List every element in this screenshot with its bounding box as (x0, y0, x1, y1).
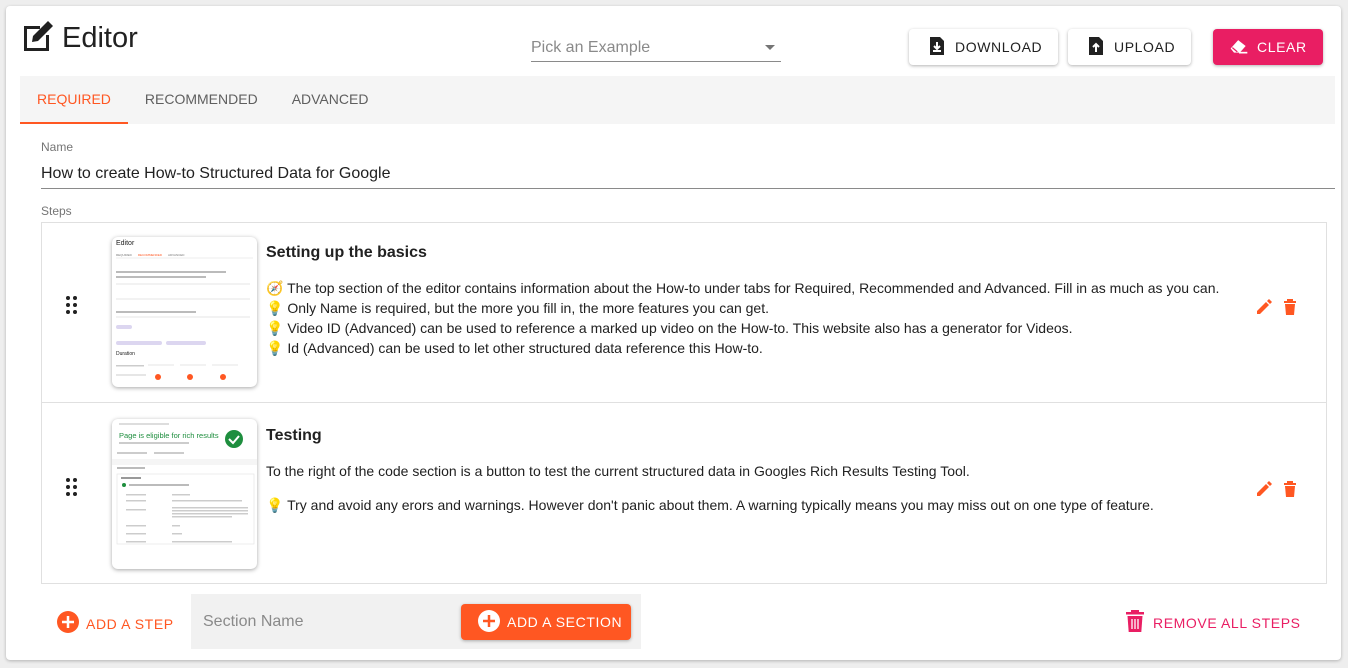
step-title: Setting up the basics (266, 244, 427, 261)
step-description: To the right of the code section is a bu… (266, 461, 1256, 515)
step-title: Testing (266, 427, 322, 444)
edit-step-icon[interactable] (1255, 298, 1273, 316)
step-thumbnail: Page is eligible for rich results (112, 419, 257, 569)
section-name-input[interactable]: Section Name (203, 613, 304, 631)
add-section-button[interactable]: ADD A SECTION (461, 604, 631, 640)
delete-step-icon[interactable] (1281, 480, 1299, 498)
clear-label: CLEAR (1257, 39, 1307, 55)
step-line: 💡 Video ID (Advanced) can be used to ref… (266, 320, 1073, 336)
step-description: 🧭 The top section of the editor contains… (266, 278, 1256, 358)
edit-icon (20, 18, 56, 59)
thumbnail-preview (112, 423, 257, 545)
editor-card: Editor Pick an Example DOWNLOAD UPLOAD C… (6, 6, 1341, 660)
add-step-button[interactable]: ADD A STEP (56, 610, 174, 637)
editor-header: Editor (20, 18, 138, 59)
step-item: Page is eligible for rich results Testin… (42, 402, 1326, 583)
steps-list: Editor REQUIRED RECOMMENDED ADVANCED Dur… (41, 222, 1327, 584)
step-thumbnail: Editor REQUIRED RECOMMENDED ADVANCED Dur… (112, 237, 257, 387)
example-select[interactable]: Pick an Example (531, 36, 781, 62)
tab-bar: REQUIRED RECOMMENDED ADVANCED (20, 76, 1335, 124)
example-select-placeholder: Pick an Example (531, 39, 651, 56)
eraser-icon (1229, 36, 1257, 59)
download-icon (927, 36, 955, 59)
upload-label: UPLOAD (1114, 39, 1176, 55)
plus-circle-icon (56, 610, 86, 637)
trash-icon (1123, 609, 1153, 636)
remove-all-steps-button[interactable]: REMOVE ALL STEPS (1123, 609, 1301, 636)
edit-step-icon[interactable] (1255, 480, 1273, 498)
tab-advanced[interactable]: ADVANCED (275, 76, 386, 124)
download-button[interactable]: DOWNLOAD (909, 29, 1059, 65)
delete-step-icon[interactable] (1281, 298, 1299, 316)
steps-label: Steps (41, 204, 72, 218)
step-line: 🧭 The top section of the editor contains… (266, 280, 1220, 296)
tab-required[interactable]: REQUIRED (20, 76, 128, 124)
name-field-label: Name (41, 140, 74, 154)
name-field[interactable]: How to create How-to Structured Data for… (41, 165, 391, 183)
step-line: 💡 Try and avoid any erors and warnings. … (266, 497, 1154, 513)
step-line: 💡 Only Name is required, but the more yo… (266, 300, 770, 316)
step-line: To the right of the code section is a bu… (266, 463, 970, 479)
download-label: DOWNLOAD (955, 39, 1043, 55)
clear-button[interactable]: CLEAR (1213, 29, 1323, 65)
chevron-down-icon (765, 45, 775, 50)
tab-recommended[interactable]: RECOMMENDED (128, 76, 275, 124)
thumbnail-duration-label: Duration (116, 351, 135, 357)
add-section-label: ADD A SECTION (507, 614, 623, 630)
drag-handle-icon[interactable] (64, 477, 80, 497)
section-name-box: Section Name ADD A SECTION (191, 594, 641, 649)
page-title: Editor (62, 22, 138, 54)
drag-handle-icon[interactable] (64, 295, 80, 315)
upload-icon (1086, 36, 1114, 59)
add-step-label: ADD A STEP (86, 615, 174, 632)
step-item: Editor REQUIRED RECOMMENDED ADVANCED Dur… (42, 223, 1326, 402)
upload-button[interactable]: UPLOAD (1068, 29, 1192, 65)
name-field-underline (41, 188, 1335, 189)
step-line: 💡 Id (Advanced) can be used to let other… (266, 340, 763, 356)
plus-circle-icon (477, 609, 507, 636)
remove-all-steps-label: REMOVE ALL STEPS (1153, 614, 1301, 631)
thumbnail-preview (116, 257, 253, 380)
